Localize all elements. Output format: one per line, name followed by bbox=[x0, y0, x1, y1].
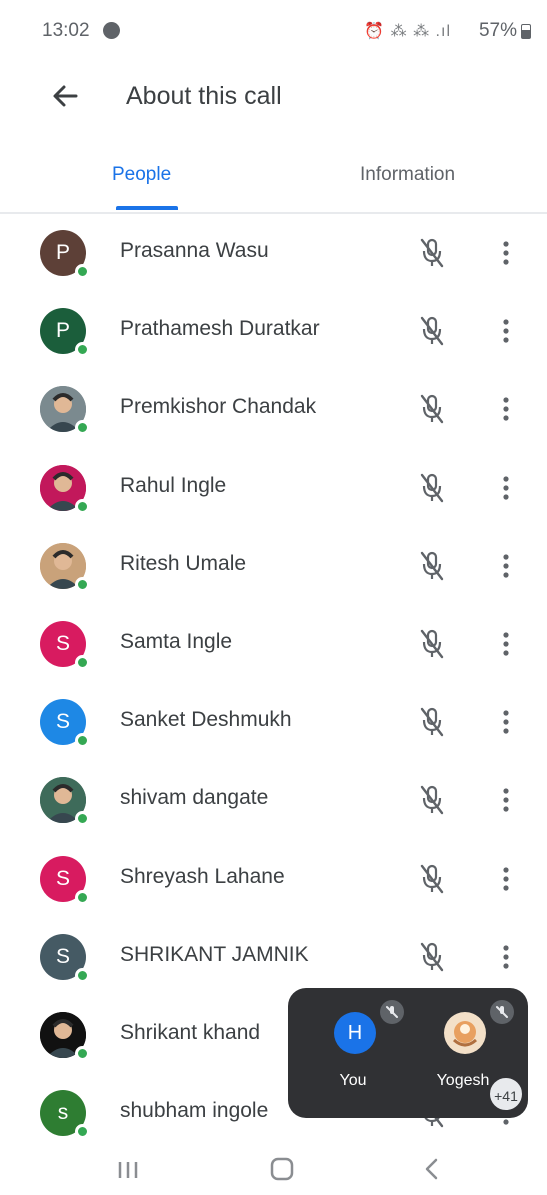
app-bar: About this call bbox=[0, 62, 547, 132]
participant-name: Ritesh Umale bbox=[120, 551, 247, 575]
presence-indicator bbox=[75, 1124, 90, 1140]
more-options-button[interactable] bbox=[494, 703, 518, 741]
mic-off-icon[interactable] bbox=[414, 469, 450, 507]
more-options-button[interactable] bbox=[494, 390, 518, 428]
participant-row[interactable]: P Prasanna Wasu bbox=[0, 214, 547, 292]
presence-indicator bbox=[75, 811, 90, 827]
mic-off-icon[interactable] bbox=[414, 860, 450, 898]
arrow-left-icon bbox=[53, 85, 78, 107]
mic-off-icon[interactable] bbox=[414, 234, 450, 272]
presence-indicator bbox=[75, 889, 90, 905]
mic-off-icon[interactable] bbox=[414, 625, 450, 663]
presence-indicator bbox=[75, 342, 90, 358]
status-bar: 13:02 ⏰ ⁂ ⁂ .ıl 57% bbox=[0, 0, 547, 60]
system-navigation-bar bbox=[0, 1140, 547, 1195]
back-button[interactable] bbox=[46, 76, 86, 116]
more-participants-badge[interactable]: +41 bbox=[488, 1076, 524, 1112]
participant-row[interactable]: Premkishor Chandak bbox=[0, 370, 547, 448]
mic-off-icon[interactable] bbox=[414, 390, 450, 428]
recents-icon bbox=[118, 1162, 138, 1178]
more-options-button[interactable] bbox=[494, 547, 518, 585]
avatar bbox=[444, 1012, 486, 1054]
participant-name: shubham ingole bbox=[120, 1099, 269, 1123]
mic-off-icon bbox=[380, 1000, 404, 1024]
participant-name: Shreyash Lahane bbox=[120, 864, 285, 888]
participant-name: shivam dangate bbox=[120, 786, 269, 810]
status-icons: ⏰ ⁂ ⁂ .ıl bbox=[364, 23, 451, 40]
presence-indicator bbox=[75, 967, 90, 983]
participant-row[interactable]: Ritesh Umale bbox=[0, 527, 547, 605]
presence-indicator bbox=[75, 733, 90, 749]
call-preview-overlay[interactable]: H You Yogesh +41 bbox=[288, 988, 528, 1118]
participant-row[interactable]: shivam dangate bbox=[0, 761, 547, 839]
participant-name: Prasanna Wasu bbox=[120, 239, 269, 262]
presence-indicator bbox=[75, 576, 90, 592]
mic-off-icon[interactable] bbox=[414, 781, 450, 819]
mic-off-icon[interactable] bbox=[414, 547, 450, 585]
participant-name: Rahul Ingle bbox=[120, 473, 227, 497]
participant-name: Premkishor Chandak bbox=[120, 395, 317, 419]
tab-information[interactable]: Information bbox=[360, 164, 455, 186]
status-time: 13:02 bbox=[42, 20, 90, 41]
home-button[interactable] bbox=[262, 1152, 302, 1186]
more-options-button[interactable] bbox=[494, 312, 518, 350]
pip-label: You bbox=[339, 1072, 367, 1089]
more-options-button[interactable] bbox=[494, 781, 518, 819]
battery-icon bbox=[521, 24, 531, 39]
avatar: H bbox=[334, 1012, 376, 1054]
recents-button[interactable] bbox=[108, 1152, 148, 1186]
presence-indicator bbox=[75, 1046, 90, 1061]
more-options-button[interactable] bbox=[494, 625, 518, 663]
home-icon bbox=[270, 1157, 294, 1181]
participant-name: Shrikant khand bbox=[120, 1021, 261, 1044]
tab-bar: People Information bbox=[0, 140, 547, 214]
page-title: About this call bbox=[126, 82, 282, 110]
participant-row[interactable]: S Samta Ingle bbox=[0, 605, 547, 683]
presence-indicator bbox=[75, 264, 90, 279]
participant-row[interactable]: P Prathamesh Duratkar bbox=[0, 292, 547, 370]
mic-off-icon[interactable] bbox=[414, 938, 450, 976]
participant-name: Samta Ingle bbox=[120, 630, 233, 653]
participant-name: Sanket Deshmukh bbox=[120, 708, 292, 732]
participant-row[interactable]: S SHRIKANT JAMNIK bbox=[0, 918, 547, 996]
presence-indicator bbox=[75, 655, 90, 670]
pip-tile-you[interactable]: H You bbox=[298, 988, 408, 1118]
battery-percent: 57% bbox=[478, 20, 517, 41]
back-icon bbox=[425, 1158, 438, 1180]
participant-row[interactable]: Rahul Ingle bbox=[0, 449, 547, 527]
participant-row[interactable]: S Shreyash Lahane bbox=[0, 840, 547, 918]
more-options-button[interactable] bbox=[494, 860, 518, 898]
presence-indicator bbox=[75, 498, 90, 514]
participant-row[interactable]: S Sanket Deshmukh bbox=[0, 683, 547, 761]
mic-off-icon[interactable] bbox=[414, 703, 450, 741]
more-options-button[interactable] bbox=[494, 234, 518, 272]
participant-name: SHRIKANT JAMNIK bbox=[120, 942, 309, 966]
more-options-button[interactable] bbox=[494, 469, 518, 507]
presence-indicator bbox=[75, 420, 90, 436]
nav-back-button[interactable] bbox=[412, 1152, 452, 1186]
participant-name: Prathamesh Duratkar bbox=[120, 317, 320, 341]
tab-people[interactable]: People bbox=[112, 164, 171, 186]
mic-off-icon[interactable] bbox=[414, 312, 450, 350]
mic-off-icon bbox=[490, 1000, 514, 1024]
notification-dot-icon bbox=[103, 22, 120, 39]
more-options-button[interactable] bbox=[494, 938, 518, 976]
active-tab-indicator bbox=[116, 206, 178, 210]
